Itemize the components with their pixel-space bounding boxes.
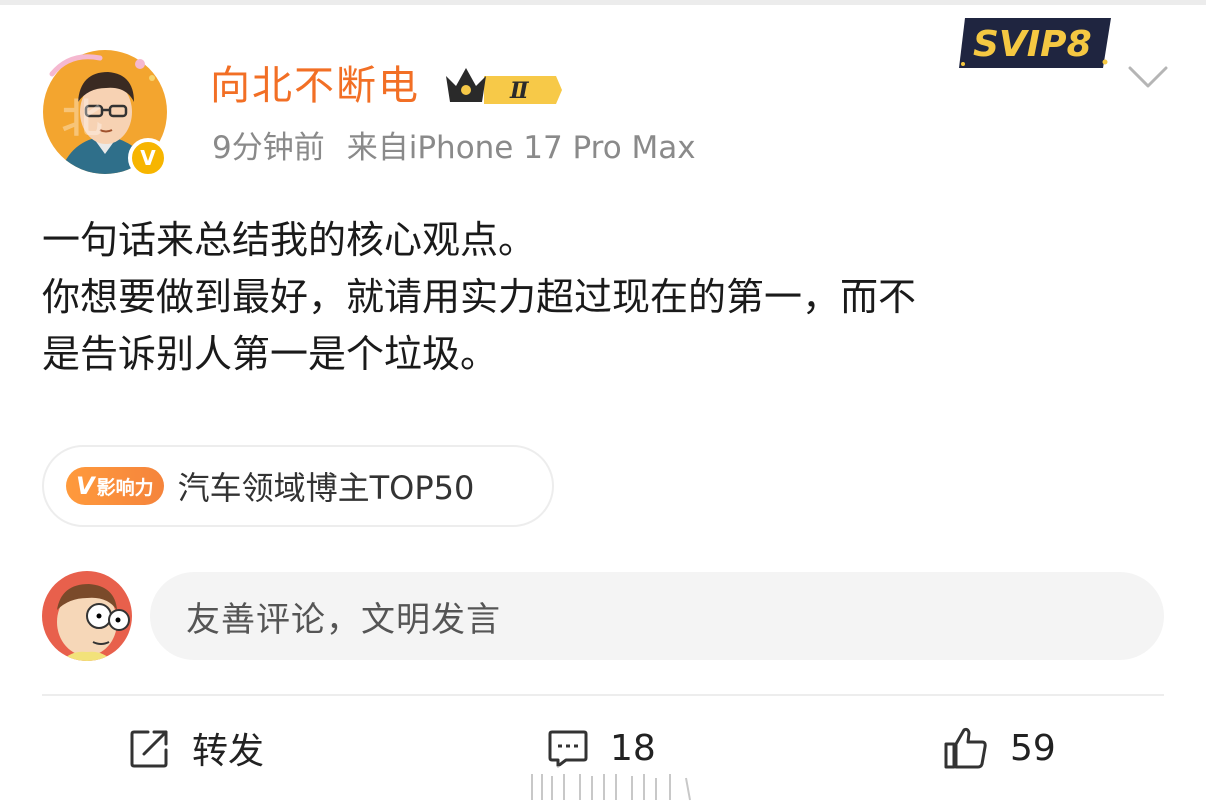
crown-icon: Ⅱ: [446, 68, 562, 104]
post-source: 来自iPhone 17 Pro Max: [346, 130, 696, 166]
influence-tag-text: 汽车领域博主TOP50: [177, 469, 475, 507]
influence-tag[interactable]: V 影响力 汽车领域博主TOP50: [42, 445, 554, 527]
post-time: 9分钟前: [212, 130, 325, 166]
share-button[interactable]: 转发: [128, 720, 264, 776]
comment-placeholder: 友善评论，文明发言: [186, 599, 501, 640]
post-content: 一句话来总结我的核心观点。 你想要做到最好，就请用实力超过现在的第一，而不 是告…: [42, 212, 1166, 383]
svg-text:北: 北: [62, 96, 102, 142]
svip-badge[interactable]: SVIP8: [955, 12, 1117, 74]
comment-input[interactable]: 友善评论，文明发言: [150, 572, 1164, 660]
top-divider: [0, 0, 1206, 5]
share-icon: [130, 730, 168, 768]
content-line: 一句话来总结我的核心观点。: [42, 218, 537, 262]
share-label: 转发: [192, 731, 265, 772]
chevron-down-icon[interactable]: [1126, 56, 1170, 96]
svg-text:SVIP8: SVIP8: [973, 24, 1092, 65]
comment-button[interactable]: 18: [546, 720, 656, 776]
content-line: 你想要做到最好，就请用实力超过现在的第一，而不: [42, 275, 917, 319]
content-line: 是告诉别人第一是个垃圾。: [42, 332, 499, 376]
actions-divider: [42, 694, 1164, 696]
comment-icon: [548, 730, 588, 768]
post-meta: 9分钟前 来自iPhone 17 Pro Max: [212, 126, 696, 170]
verified-badge: V: [128, 138, 168, 178]
like-button[interactable]: 59: [942, 720, 1056, 776]
username[interactable]: 向北不断电: [210, 58, 420, 114]
like-icon: [944, 727, 987, 769]
commenter-avatar: [42, 571, 132, 661]
comment-count: 18: [610, 727, 656, 769]
svg-text:Ⅱ: Ⅱ: [509, 78, 530, 104]
influence-badge: V 影响力: [66, 467, 164, 505]
like-count: 59: [1010, 727, 1056, 769]
